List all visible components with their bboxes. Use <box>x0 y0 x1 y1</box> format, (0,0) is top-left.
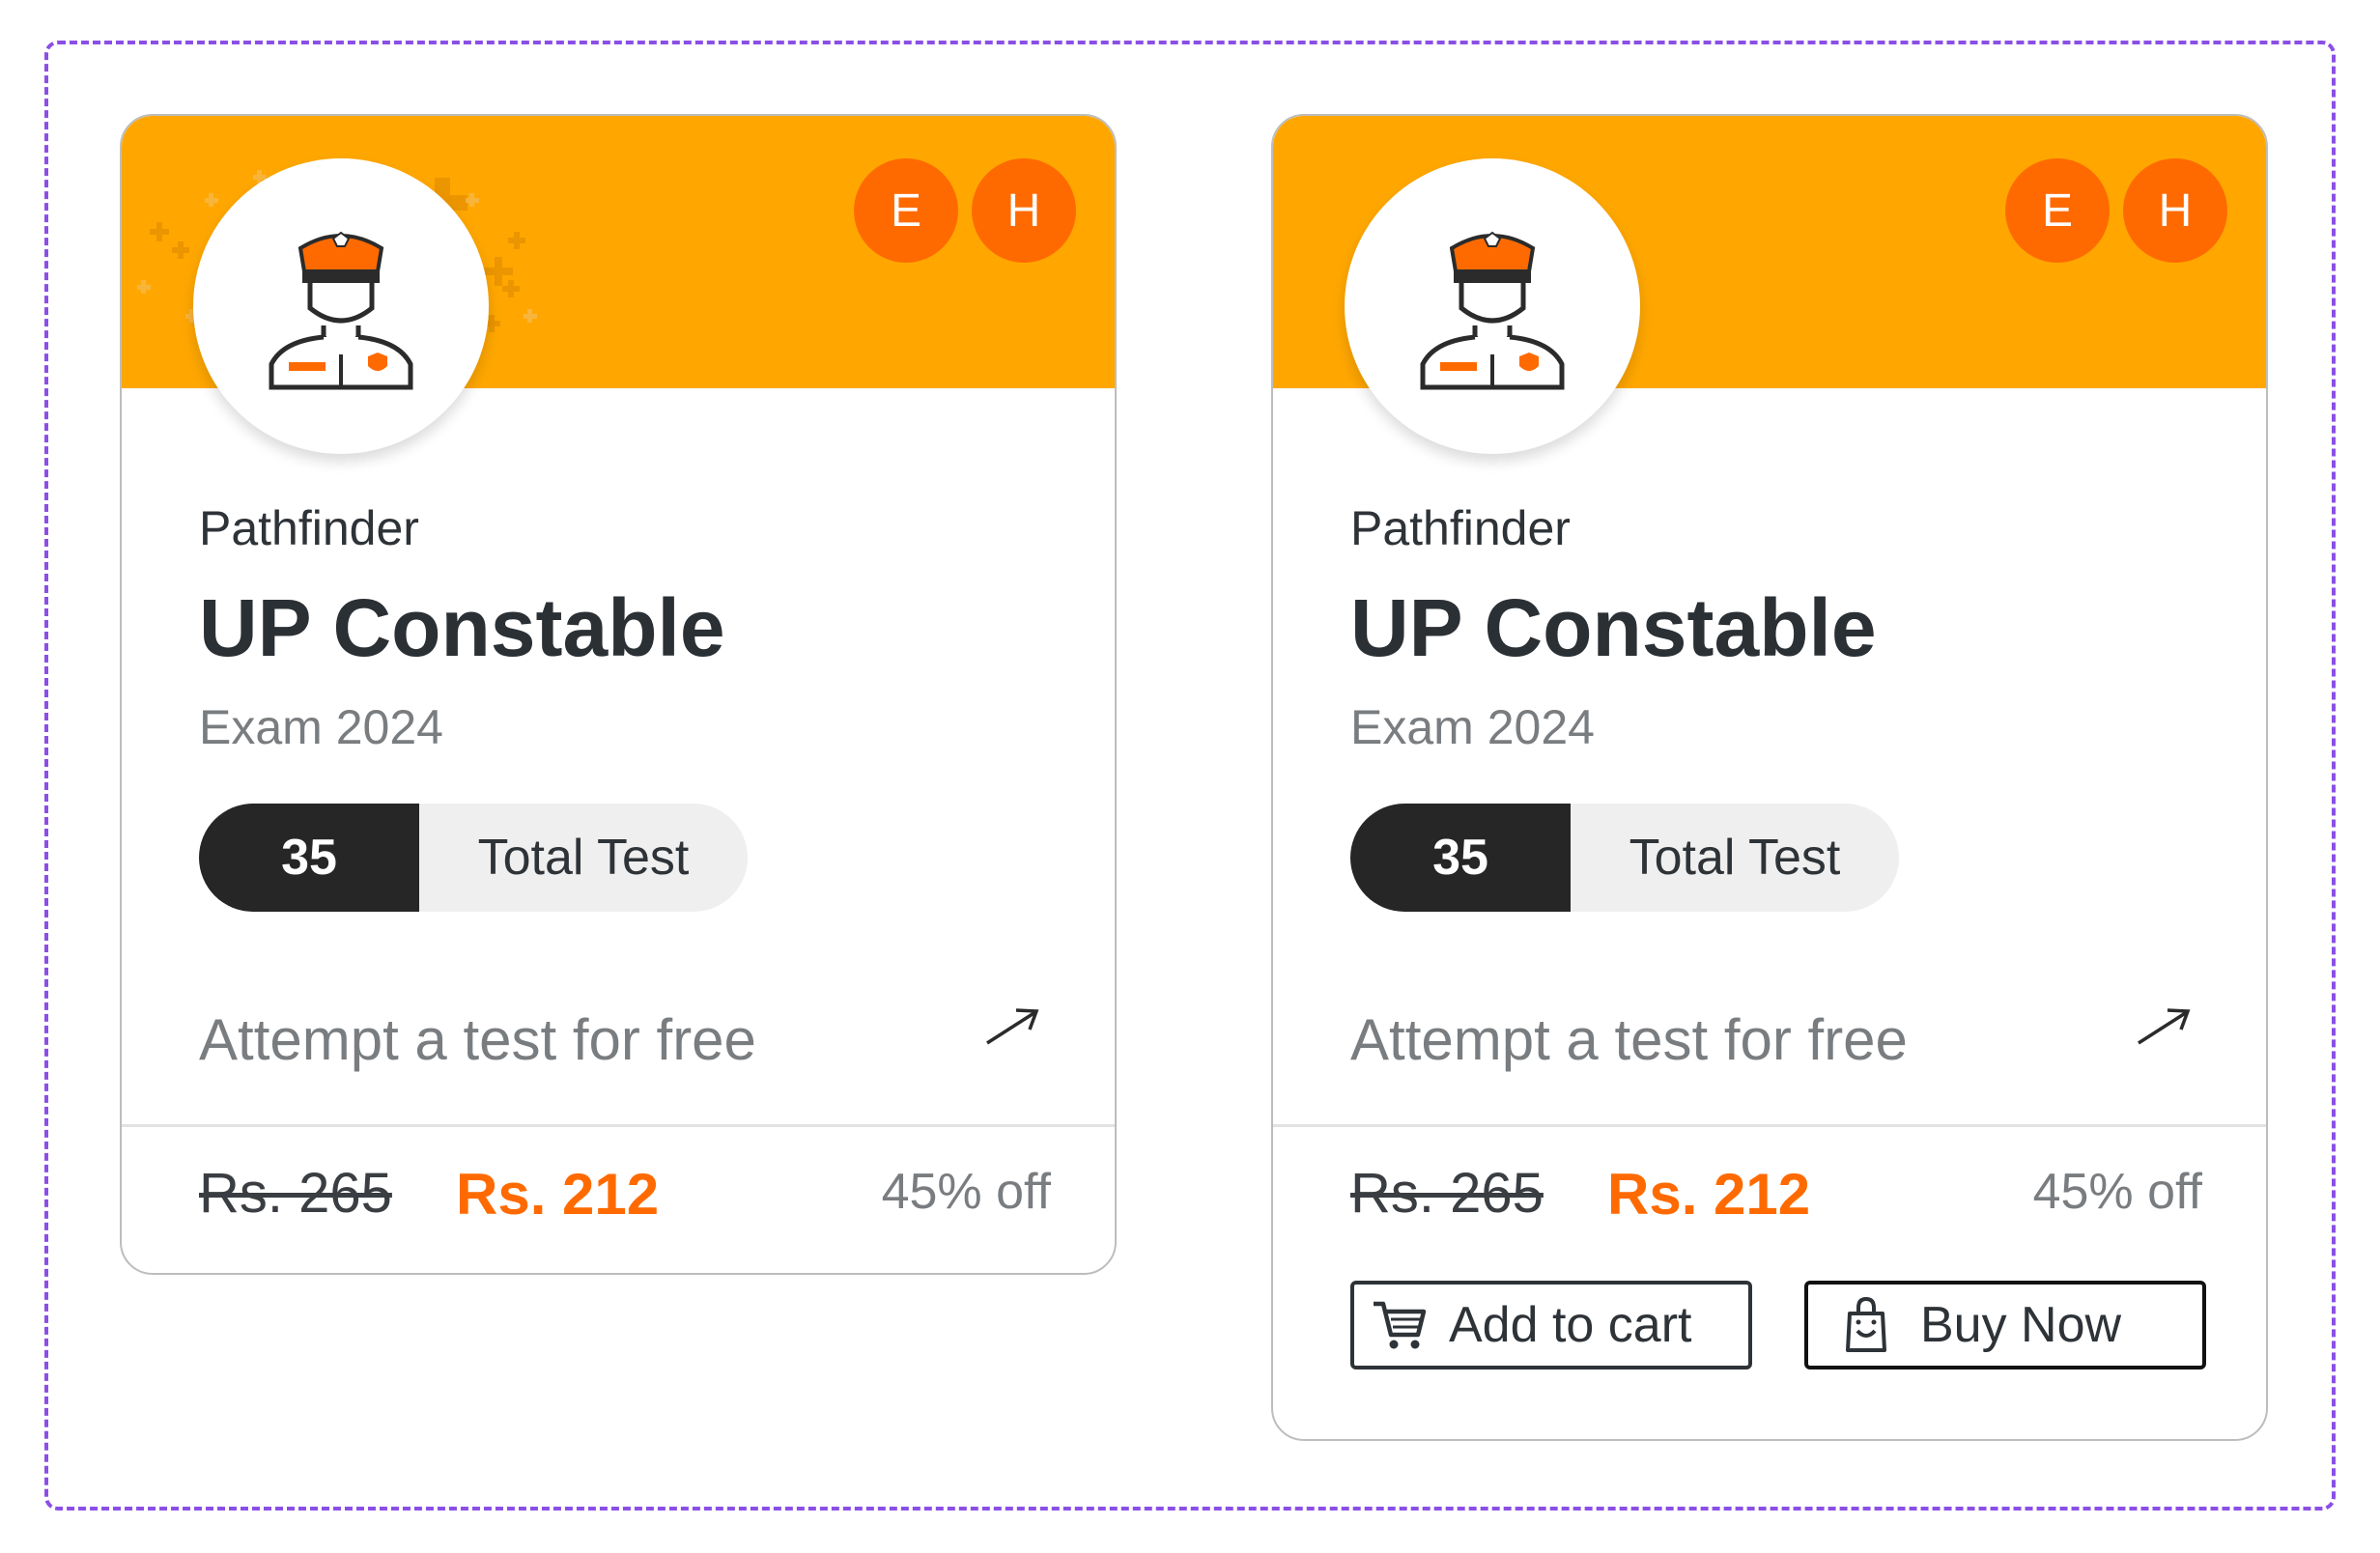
total-test-pill: 35 Total Test <box>1350 804 1899 912</box>
arrow-up-right-icon[interactable] <box>983 1004 1041 1047</box>
avatar <box>193 158 489 454</box>
original-price: Rs. 265 <box>1350 1162 1544 1225</box>
free-attempt-link[interactable]: Attempt a test for free <box>1350 1006 1908 1073</box>
discount-label: 45% off <box>2032 1164 2202 1220</box>
card-subtitle: Exam 2024 <box>199 700 443 754</box>
card-subtitle: Exam 2024 <box>1350 700 1595 754</box>
provider-name: Pathfinder <box>199 501 419 555</box>
language-badge-english: E <box>854 158 958 263</box>
card-title: UP Constable <box>1350 582 1877 673</box>
divider <box>1273 1124 2266 1127</box>
arrow-up-right-icon[interactable] <box>2135 1004 2193 1047</box>
discount-label: 45% off <box>881 1164 1051 1220</box>
divider <box>122 1124 1115 1127</box>
language-badge-hindi: H <box>972 158 1076 263</box>
test-count-label: Total Test <box>419 804 748 912</box>
total-test-pill: 35 Total Test <box>199 804 748 912</box>
language-badge-english: E <box>2005 158 2110 263</box>
test-series-card[interactable]: E H Pathfinder UP Constable Exam 2024 35… <box>1271 114 2268 1441</box>
avatar <box>1345 158 1640 454</box>
provider-name: Pathfinder <box>1350 501 1571 555</box>
buy-now-label: Buy Now <box>1920 1297 2122 1353</box>
add-to-cart-label: Add to cart <box>1449 1297 1692 1353</box>
test-series-card[interactable]: E H Pathfinder UP Constable Exam 2024 35… <box>120 114 1117 1275</box>
test-count-label: Total Test <box>1571 804 1899 912</box>
original-price: Rs. 265 <box>199 1162 392 1225</box>
shopping-bag-icon <box>1846 1296 1886 1352</box>
discounted-price: Rs. 212 <box>1607 1162 1811 1227</box>
test-count: 35 <box>1350 804 1571 912</box>
language-badge-hindi: H <box>2123 158 2227 263</box>
buy-now-button[interactable]: Buy Now <box>1804 1281 2206 1369</box>
card-title: UP Constable <box>199 582 725 673</box>
free-attempt-link[interactable]: Attempt a test for free <box>199 1006 756 1073</box>
discounted-price: Rs. 212 <box>456 1162 660 1227</box>
language-badges: E H <box>854 158 1076 263</box>
police-officer-icon <box>1420 231 1565 390</box>
add-to-cart-button[interactable]: Add to cart <box>1350 1281 1752 1369</box>
police-officer-icon <box>269 231 413 390</box>
cart-icon <box>1374 1301 1427 1349</box>
test-count: 35 <box>199 804 419 912</box>
language-badges: E H <box>2005 158 2227 263</box>
